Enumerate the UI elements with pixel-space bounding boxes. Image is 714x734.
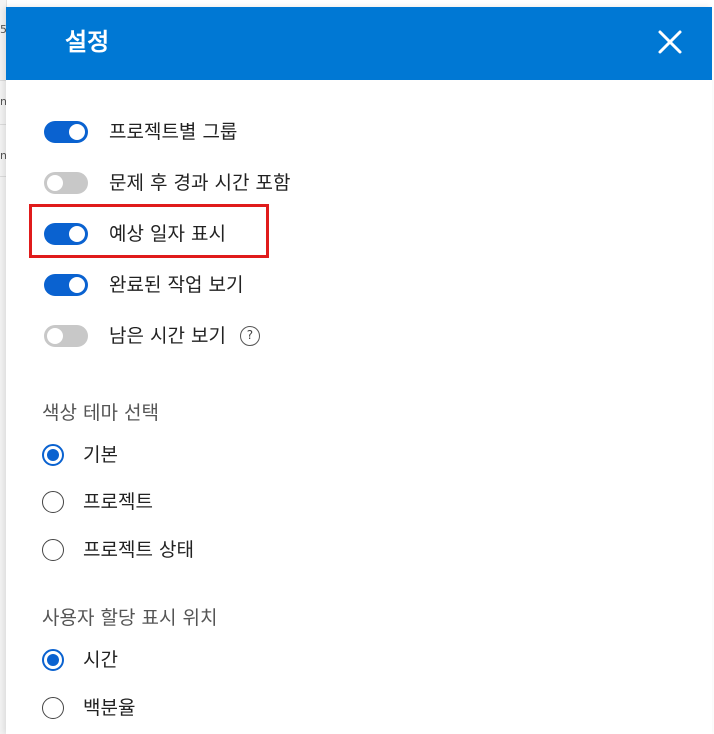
color-theme-section-title: 색상 테마 선택 — [42, 402, 159, 424]
toggle-knob — [47, 175, 63, 191]
radio-button[interactable] — [42, 539, 64, 561]
toggle-label: 남은 시간 보기 — [109, 325, 226, 347]
radio-label: 프로젝트 상태 — [83, 539, 194, 561]
toggle-row-show-completed-tasks: 완료된 작업 보기 — [44, 268, 243, 302]
radio-option-percentage[interactable]: 백분율 — [42, 692, 135, 724]
help-icon[interactable]: ? — [239, 326, 260, 346]
toggle-knob — [69, 226, 85, 242]
toggle-elapsed-time[interactable] — [44, 172, 88, 194]
toggle-knob — [69, 277, 85, 293]
radio-option-hours[interactable]: 시간 — [42, 644, 118, 676]
close-button[interactable] — [652, 24, 688, 60]
toggle-row-group-by-project: 프로젝트별 그룹 — [44, 115, 237, 149]
toggle-row-show-estimated-date: 예상 일자 표시 — [44, 217, 226, 251]
toggle-row-show-remaining-time: 남은 시간 보기 ? — [44, 319, 260, 353]
radio-button[interactable] — [42, 491, 64, 513]
toggle-knob — [69, 124, 85, 140]
toggle-show-estimated-date[interactable] — [44, 223, 88, 245]
toggle-knob — [47, 328, 63, 344]
assignment-display-section-title: 사용자 할당 표시 위치 — [42, 607, 218, 629]
toggle-group-by-project[interactable] — [44, 121, 88, 143]
toggle-label: 문제 후 경과 시간 포함 — [109, 172, 291, 194]
toggle-label: 완료된 작업 보기 — [109, 274, 244, 296]
settings-panel: 설정 프로젝트별 그룹 문제 후 경과 시간 포함 예상 일자 표시 완료된 작… — [6, 7, 712, 734]
radio-label: 프로젝트 — [83, 491, 153, 513]
toggle-show-remaining-time[interactable] — [44, 325, 88, 347]
toggle-label: 예상 일자 표시 — [109, 223, 226, 245]
settings-header: 설정 — [6, 7, 712, 80]
panel-title: 설정 — [65, 28, 110, 56]
radio-label: 백분율 — [83, 697, 136, 719]
radio-button[interactable] — [42, 649, 64, 671]
radio-label: 기본 — [83, 444, 118, 466]
radio-label: 시간 — [83, 649, 118, 671]
toggle-show-completed-tasks[interactable] — [44, 274, 88, 296]
radio-option-project-status[interactable]: 프로젝트 상태 — [42, 534, 194, 566]
radio-option-default[interactable]: 기본 — [42, 439, 118, 471]
toggle-row-elapsed-time: 문제 후 경과 시간 포함 — [44, 166, 290, 200]
close-icon — [658, 30, 682, 54]
radio-button[interactable] — [42, 444, 64, 466]
toggle-label: 프로젝트별 그룹 — [109, 121, 238, 143]
radio-button[interactable] — [42, 697, 64, 719]
radio-option-project[interactable]: 프로젝트 — [42, 486, 153, 518]
